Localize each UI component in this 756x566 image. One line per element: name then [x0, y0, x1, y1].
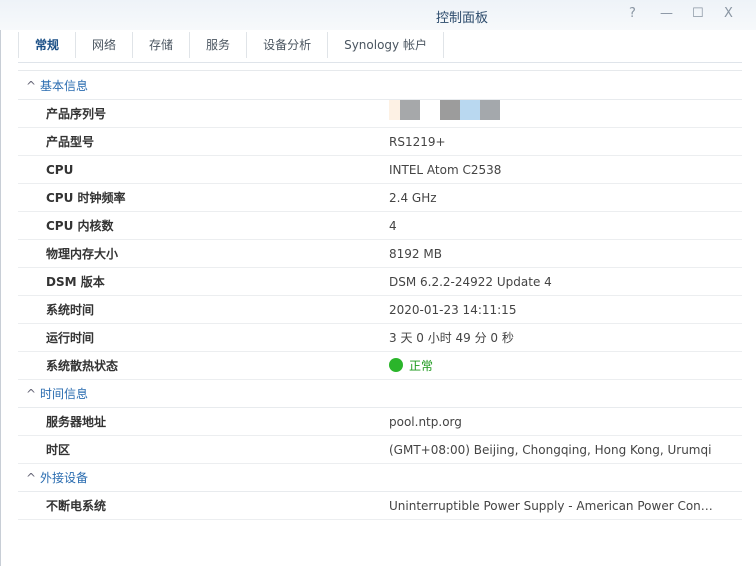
row-value: RS1219+ [389, 135, 446, 149]
row-label: 时区 [46, 443, 71, 457]
help-icon[interactable]: ? [629, 6, 636, 21]
row-label: 产品序列号 [46, 107, 107, 121]
row-value: pool.ntp.org [389, 415, 462, 429]
tab-storage[interactable]: 存储 [133, 32, 191, 58]
row-cpu-clock: CPU 时钟频率 2.4 GHz [18, 184, 742, 212]
row-system-time: 系统时间 2020-01-23 14:11:15 [18, 296, 742, 324]
row-serial: 产品序列号 [18, 100, 742, 128]
title-bar: 控制面板 ? — ☐ X [0, 0, 756, 30]
tab-bar: 常规 网络 存储 服务 设备分析 Synology 帐户 [18, 30, 742, 63]
chevron-up-icon: ^ [26, 79, 37, 93]
chevron-up-icon: ^ [26, 387, 37, 401]
row-value: 4 [389, 219, 397, 233]
maximize-icon[interactable]: ☐ [692, 6, 704, 21]
close-icon[interactable]: X [724, 6, 733, 21]
info-list: ^ 基本信息 产品序列号 产品型号 RS1219+ CPU INTEL Atom C2… [18, 72, 742, 520]
tab-network[interactable]: 网络 [76, 32, 134, 58]
row-timezone: 时区 (GMT+08:00) Beijing, Chongqing, Hong K… [18, 436, 742, 464]
status-text: 正常 [409, 359, 434, 373]
tab-general[interactable]: 常规 [18, 32, 77, 58]
tab-services[interactable]: 服务 [190, 32, 248, 58]
row-value: DSM 6.2.2-24922 Update 4 [389, 275, 552, 289]
row-label: 不断电系统 [46, 499, 107, 513]
thermal-status: 正常 [389, 352, 433, 380]
chevron-up-icon: ^ [26, 471, 37, 485]
tab-synology-account[interactable]: Synology 帐户 [328, 32, 444, 58]
divider [18, 70, 742, 71]
row-label: 系统时间 [46, 303, 95, 317]
minimize-icon[interactable]: — [660, 6, 673, 21]
row-label: CPU 时钟频率 [46, 191, 126, 205]
window-title: 控制面板 [435, 11, 488, 26]
row-label: CPU 内核数 [46, 219, 114, 233]
window-border [0, 30, 1, 566]
section-title: 外接设备 [40, 471, 89, 485]
section-external-devices[interactable]: ^ 外接设备 [18, 464, 742, 492]
tab-device-analytics[interactable]: 设备分析 [247, 32, 329, 58]
row-dsm-version: DSM 版本 DSM 6.2.2-24922 Update 4 [18, 268, 742, 296]
row-cpu: CPU INTEL Atom C2538 [18, 156, 742, 184]
row-label: 产品型号 [46, 135, 95, 149]
row-value: INTEL Atom C2538 [389, 163, 502, 177]
status-ok-icon [389, 358, 403, 372]
serial-redacted [389, 100, 519, 120]
row-thermal-status: 系统散热状态 正常 [18, 352, 742, 380]
row-value: 2020-01-23 14:11:15 [389, 303, 517, 317]
row-label: 物理内存大小 [46, 247, 119, 261]
row-label: CPU [46, 163, 74, 177]
section-basic-info[interactable]: ^ 基本信息 [18, 72, 742, 100]
section-title: 时间信息 [40, 387, 89, 401]
section-time-info[interactable]: ^ 时间信息 [18, 380, 742, 408]
row-label: DSM 版本 [46, 275, 105, 289]
row-value: Uninterruptible Power Supply - American … [389, 499, 715, 513]
row-cpu-cores: CPU 内核数 4 [18, 212, 742, 240]
row-ntp-server: 服务器地址 pool.ntp.org [18, 408, 742, 436]
row-label: 服务器地址 [46, 415, 107, 429]
row-uptime: 运行时间 3 天 0 小时 49 分 0 秒 [18, 324, 742, 352]
row-ups: 不断电系统 Uninterruptible Power Supply - Amer… [18, 492, 742, 520]
row-label: 系统散热状态 [46, 359, 119, 373]
row-memory: 物理内存大小 8192 MB [18, 240, 742, 268]
section-title: 基本信息 [40, 79, 89, 93]
row-value: 3 天 0 小时 49 分 0 秒 [389, 331, 514, 345]
row-model: 产品型号 RS1219+ [18, 128, 742, 156]
row-value: 2.4 GHz [389, 191, 437, 205]
row-label: 运行时间 [46, 331, 95, 345]
row-value: (GMT+08:00) Beijing, Chongqing, Hong Kon… [389, 443, 712, 457]
row-value: 8192 MB [389, 247, 442, 261]
